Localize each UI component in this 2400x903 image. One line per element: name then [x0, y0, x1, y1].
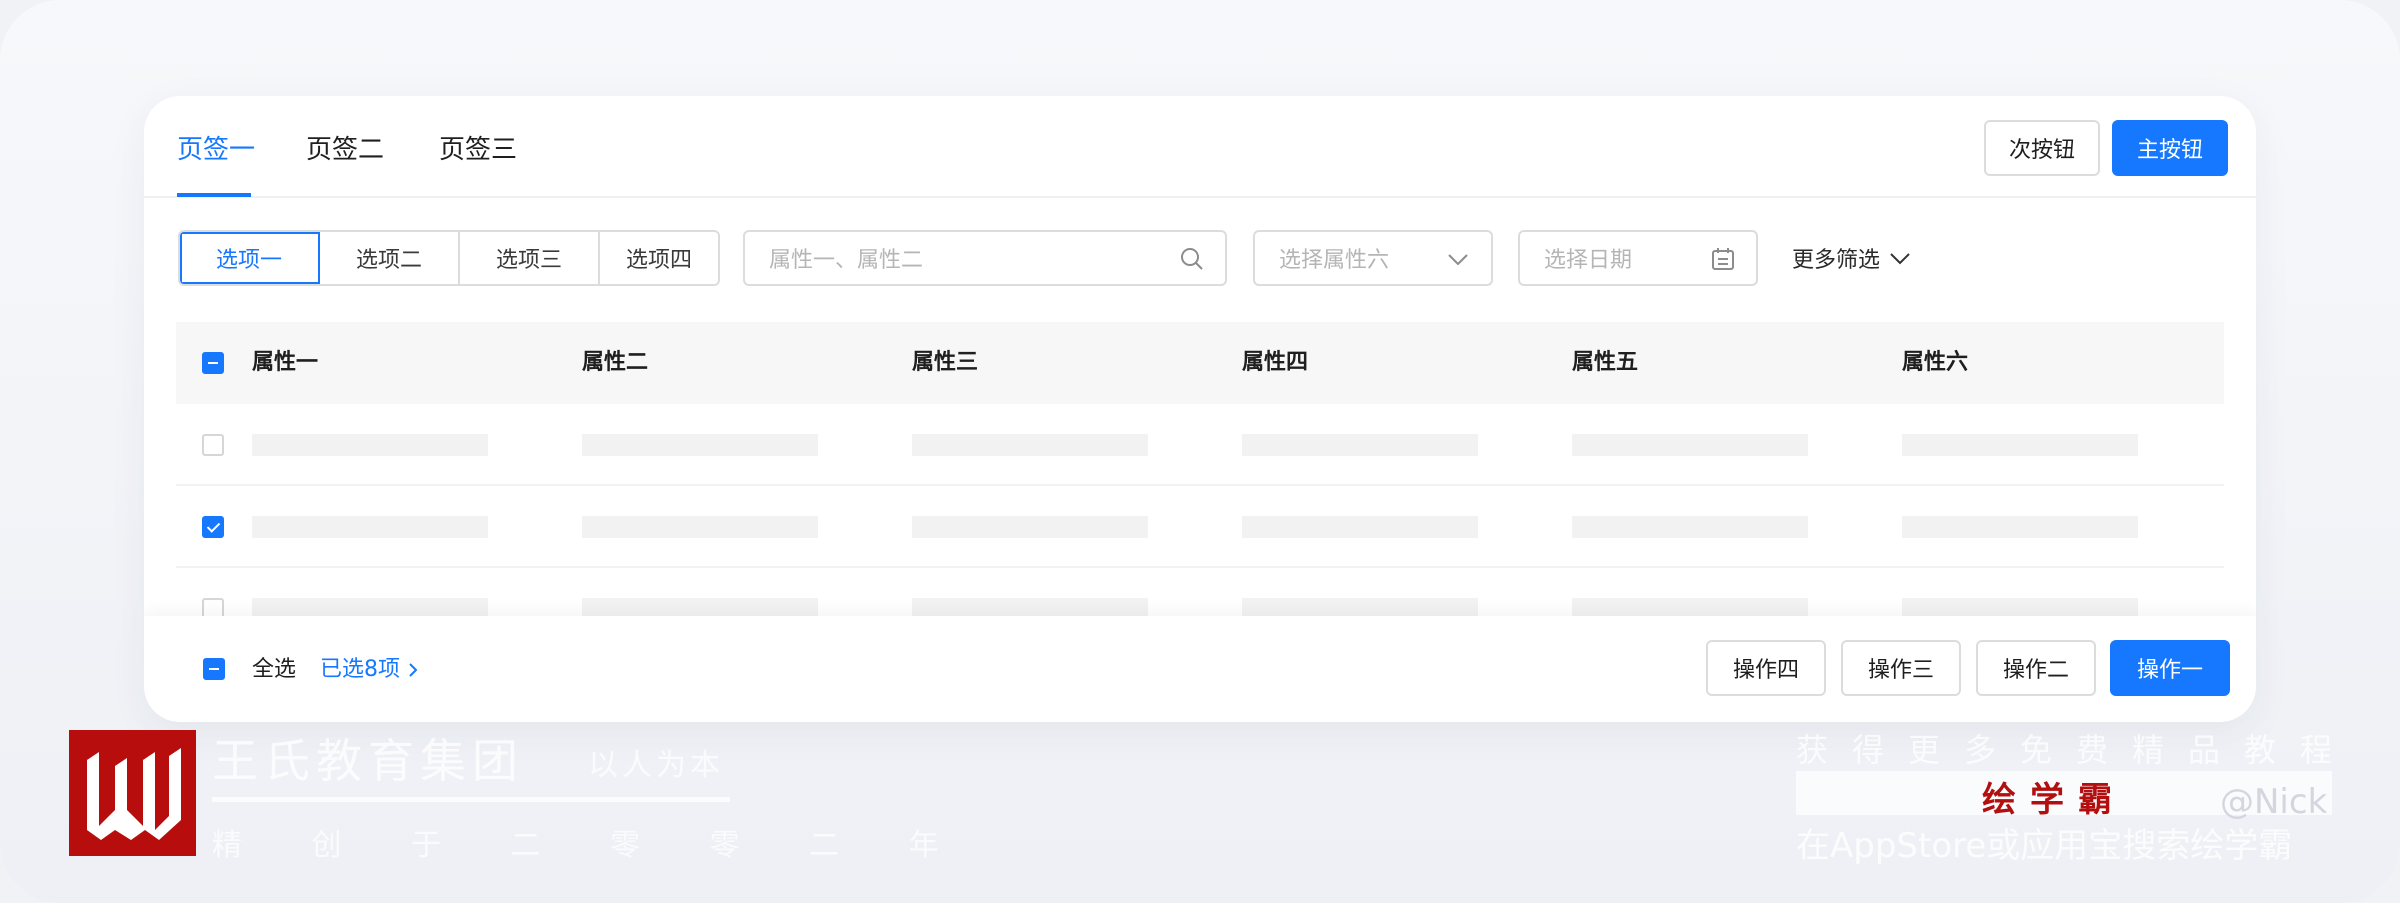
- date-picker[interactable]: 选择日期: [1518, 230, 1758, 286]
- column-header-6: 属性六: [1902, 350, 1969, 375]
- skeleton-cell: [252, 434, 488, 456]
- secondary-button[interactable]: 次按钮: [1984, 120, 2100, 176]
- column-header-4: 属性四: [1242, 350, 1309, 375]
- attribute-select[interactable]: 选择属性六: [1253, 230, 1493, 286]
- watermark-handle: @Nick: [2220, 782, 2328, 822]
- selected-count-text: 已选8项: [320, 657, 400, 682]
- header-select-all-checkbox[interactable]: [202, 352, 224, 374]
- select-placeholder: 选择属性六: [1279, 248, 1390, 273]
- watermark-brand: 绘学霸: [1982, 780, 2126, 820]
- column-header-1: 属性一: [252, 350, 319, 375]
- skeleton-cell: [912, 434, 1148, 456]
- selected-count-link[interactable]: 已选8项: [320, 656, 420, 684]
- more-filters-button[interactable]: 更多筛选: [1792, 230, 1912, 286]
- tab-3[interactable]: 页签三: [439, 134, 517, 166]
- skeleton-cell: [1902, 516, 2138, 538]
- segment-option-2[interactable]: 选项二: [320, 232, 460, 284]
- column-header-5: 属性五: [1572, 350, 1639, 375]
- search-input[interactable]: 属性一、属性二: [743, 230, 1227, 286]
- table-card: 页签一 页签二 页签三 次按钮 主按钮 选项一 选项二 选项三 选项四 属性一、…: [144, 96, 2256, 722]
- tab-1[interactable]: 页签一: [177, 134, 255, 166]
- action-4-button[interactable]: 操作四: [1706, 640, 1826, 696]
- skeleton-cell: [252, 516, 488, 538]
- watermark-promo: 获得更多免费精品教程: [1796, 731, 2357, 769]
- action-1-button[interactable]: 操作一: [2110, 640, 2230, 696]
- tab-ink-bar: [177, 193, 251, 197]
- column-header-3: 属性三: [912, 350, 979, 375]
- search-placeholder: 属性一、属性二: [769, 248, 924, 273]
- skeleton-cell: [1242, 434, 1478, 456]
- date-placeholder: 选择日期: [1544, 248, 1633, 273]
- segmented-control: 选项一 选项二 选项三 选项四: [178, 230, 720, 286]
- tab-bar: 页签一 页签二 页签三 次按钮 主按钮: [144, 96, 2256, 198]
- segment-option-1[interactable]: 选项一: [180, 232, 320, 284]
- skeleton-cell: [582, 434, 818, 456]
- action-3-button[interactable]: 操作三: [1841, 640, 1961, 696]
- primary-button[interactable]: 主按钮: [2112, 120, 2228, 176]
- watermark-company: 王氏教育集团: [212, 734, 524, 788]
- more-filters-label: 更多筛选: [1792, 248, 1881, 273]
- table-header: 属性一 属性二 属性三 属性四 属性五 属性六: [176, 322, 2224, 404]
- search-icon[interactable]: [1179, 246, 1205, 272]
- segment-option-4[interactable]: 选项四: [600, 232, 718, 284]
- row-checkbox[interactable]: [202, 516, 224, 538]
- brand-logo: [69, 730, 196, 856]
- skeleton-cell: [1572, 516, 1808, 538]
- chevron-down-icon: [1448, 254, 1468, 266]
- watermark-divider: [212, 797, 730, 802]
- row-checkbox[interactable]: [202, 434, 224, 456]
- table-row[interactable]: [176, 404, 2224, 486]
- footer-select-all-checkbox[interactable]: [203, 658, 225, 680]
- skeleton-cell: [1572, 434, 1808, 456]
- skeleton-cell: [1242, 516, 1478, 538]
- calendar-icon: [1712, 248, 1734, 270]
- chevron-right-icon: [409, 663, 418, 677]
- skeleton-cell: [582, 516, 818, 538]
- tab-2[interactable]: 页签二: [306, 134, 384, 166]
- skeleton-cell: [1902, 434, 2138, 456]
- batch-action-bar: 全选 已选8项 操作四 操作三 操作二 操作一: [144, 616, 2256, 722]
- watermark-store: 在AppStore或应用宝搜索绘学霸: [1796, 826, 2293, 866]
- action-2-button[interactable]: 操作二: [1976, 640, 2096, 696]
- table-row[interactable]: [176, 486, 2224, 568]
- segment-option-3[interactable]: 选项三: [460, 232, 600, 284]
- watermark-slogan: 以人为本: [588, 748, 724, 783]
- skeleton-cell: [912, 516, 1148, 538]
- w-logo-icon: [87, 748, 181, 840]
- watermark-tagline: 精 创 于 二 零 零 二 年: [212, 828, 969, 863]
- column-header-2: 属性二: [582, 350, 649, 375]
- chevron-down-icon: [1890, 253, 1910, 265]
- select-all-label[interactable]: 全选: [252, 656, 296, 684]
